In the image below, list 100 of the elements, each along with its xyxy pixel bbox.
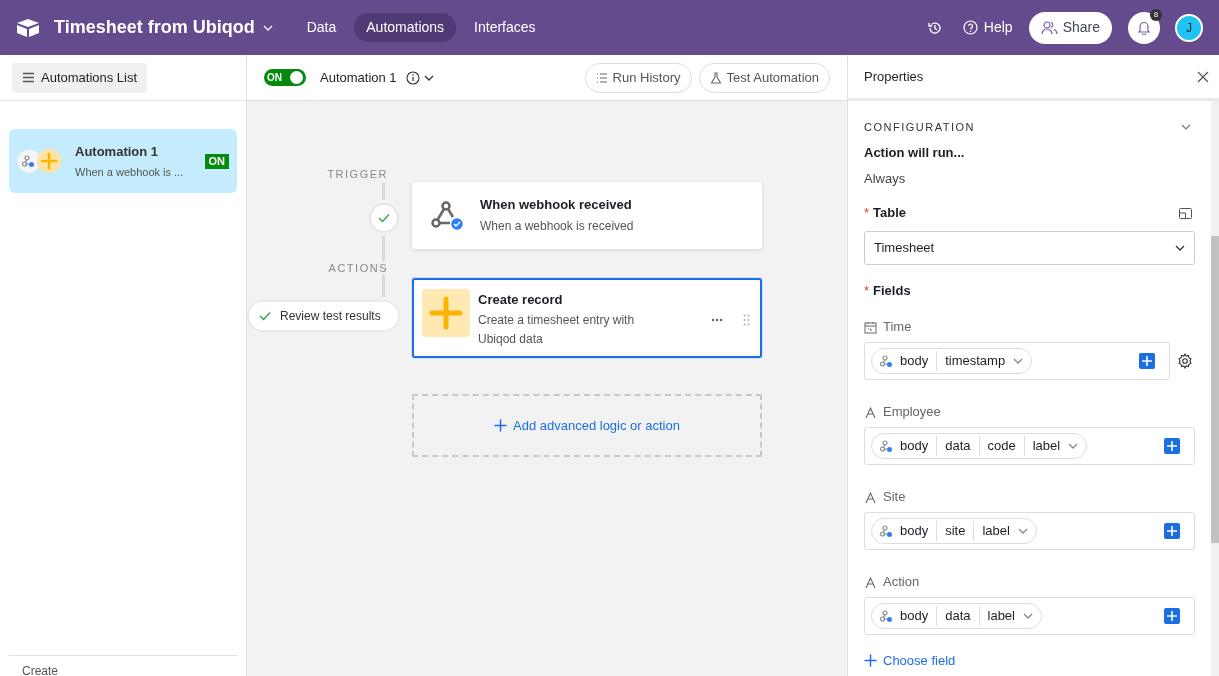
card-title: When webhook received bbox=[480, 196, 633, 214]
people-icon bbox=[1040, 20, 1058, 35]
token: body bbox=[899, 522, 930, 540]
drag-handle-icon[interactable] bbox=[743, 314, 750, 326]
text-type-icon bbox=[864, 490, 877, 504]
webhook-icon bbox=[880, 525, 892, 537]
user-avatar[interactable]: J bbox=[1175, 13, 1203, 42]
table-select[interactable]: Timesheet bbox=[864, 231, 1195, 265]
add-icon[interactable] bbox=[1164, 523, 1180, 539]
trigger-card[interactable]: When webhook received When a webhook is received bbox=[412, 182, 762, 249]
card-title: Create record bbox=[478, 291, 564, 309]
required-mark: * bbox=[864, 205, 870, 221]
add-icon[interactable] bbox=[1164, 438, 1180, 454]
webhook-icon bbox=[880, 355, 892, 367]
nav-tab[interactable]: Interfaces bbox=[462, 13, 548, 42]
field-input[interactable]: body data label bbox=[864, 597, 1195, 635]
history-icon[interactable] bbox=[926, 19, 943, 36]
chevron-up-down-icon[interactable] bbox=[1181, 124, 1191, 130]
chevron-down-icon bbox=[1068, 443, 1079, 449]
text-type-icon bbox=[864, 575, 877, 589]
token: timestamp bbox=[936, 351, 1014, 371]
add-icon[interactable] bbox=[1139, 353, 1155, 369]
automation-item[interactable]: Automation 1 When a webhook is ... ON bbox=[9, 129, 237, 193]
close-icon[interactable] bbox=[1197, 70, 1209, 83]
help-icon bbox=[962, 20, 978, 35]
add-logic-button[interactable]: Add advanced logic or action bbox=[412, 394, 762, 457]
token: site bbox=[936, 521, 974, 541]
nav-tab[interactable]: Automations bbox=[354, 13, 457, 42]
field-input[interactable]: body timestamp bbox=[864, 342, 1170, 380]
run-history-button[interactable]: Run History bbox=[584, 62, 692, 93]
chevron-down-icon bbox=[423, 74, 434, 81]
chevron-down-icon bbox=[1175, 245, 1185, 251]
choose-field-link[interactable]: Choose field bbox=[864, 651, 956, 671]
list-icon bbox=[595, 71, 608, 84]
webhook-icon bbox=[17, 149, 41, 173]
chevron-down-icon bbox=[1023, 613, 1033, 619]
scrollbar-thumb[interactable] bbox=[1211, 236, 1219, 543]
more-icon[interactable] bbox=[711, 318, 723, 322]
check-icon bbox=[259, 311, 271, 321]
field-input[interactable]: body data code label bbox=[864, 427, 1195, 465]
condition-label: Action will run... bbox=[864, 145, 966, 161]
help-button[interactable]: Help bbox=[962, 17, 1013, 38]
panel-title: Properties bbox=[864, 67, 924, 86]
create-label: Create bbox=[22, 666, 60, 676]
automations-list-button[interactable]: Automations List bbox=[12, 62, 148, 93]
menu-icon bbox=[22, 72, 35, 83]
layout-icon[interactable] bbox=[1179, 207, 1192, 219]
plus-icon bbox=[864, 654, 877, 668]
app-title[interactable]: Timesheet from Ubiqod bbox=[54, 14, 255, 41]
token: label bbox=[978, 606, 1023, 626]
nav-tab[interactable]: Data bbox=[294, 13, 349, 42]
calendar-icon bbox=[864, 320, 877, 334]
webhook-icon bbox=[880, 610, 892, 622]
automation-name: Automation 1 bbox=[75, 142, 160, 161]
required-mark: * bbox=[864, 283, 870, 299]
automation-title: Automation 1 bbox=[320, 68, 397, 87]
notifications-button[interactable] bbox=[1128, 11, 1160, 44]
check-icon bbox=[378, 213, 390, 223]
plus-icon bbox=[494, 419, 507, 432]
fields-label: Fields bbox=[873, 283, 911, 299]
token: data bbox=[936, 606, 979, 626]
section-heading: CONFIGURATION bbox=[864, 120, 975, 134]
chevron-down-icon bbox=[1017, 528, 1028, 534]
field-label: Action bbox=[883, 574, 920, 590]
token: body bbox=[899, 607, 930, 625]
table-label: Table bbox=[873, 205, 907, 221]
token: body bbox=[899, 437, 930, 455]
review-test-results-button[interactable]: Review test results bbox=[247, 300, 400, 332]
section-label: TRIGGER bbox=[327, 167, 388, 181]
flask-icon bbox=[709, 71, 722, 84]
text-type-icon bbox=[864, 405, 877, 419]
token: data bbox=[936, 436, 979, 456]
add-icon[interactable] bbox=[1164, 608, 1180, 624]
webhook-icon bbox=[880, 440, 892, 452]
automation-description: When a webhook is ... bbox=[75, 165, 185, 180]
token: body bbox=[899, 352, 930, 370]
section-label: ACTIONS bbox=[328, 261, 388, 275]
test-automation-button[interactable]: Test Automation bbox=[698, 62, 830, 93]
field-label: Site bbox=[883, 489, 906, 505]
chevron-down-icon bbox=[262, 24, 273, 31]
info-icon[interactable] bbox=[405, 70, 420, 85]
settings-icon[interactable] bbox=[1177, 353, 1193, 369]
bell-icon bbox=[1137, 20, 1151, 35]
token: label bbox=[973, 521, 1018, 541]
card-description: When a webhook is received bbox=[480, 218, 634, 235]
action-card[interactable]: Create record Create a timesheet entry with Ubiqod data bbox=[412, 278, 762, 358]
notification-count: 8 bbox=[1150, 8, 1162, 21]
field-label: Time bbox=[883, 319, 912, 335]
token: label bbox=[1023, 436, 1069, 456]
chevron-down-icon bbox=[1013, 358, 1024, 364]
status-badge: ON bbox=[204, 153, 229, 169]
plus-icon bbox=[422, 289, 470, 337]
share-button[interactable]: Share bbox=[1028, 11, 1112, 44]
field-label: Employee bbox=[883, 404, 941, 420]
token: code bbox=[978, 436, 1024, 456]
on-off-toggle[interactable]: ON bbox=[264, 69, 306, 86]
condition-value: Always bbox=[864, 171, 907, 187]
logo-icon bbox=[16, 17, 40, 38]
card-description: Create a timesheet entry with Ubiqod data bbox=[478, 312, 636, 348]
field-input[interactable]: body site label bbox=[864, 512, 1195, 550]
